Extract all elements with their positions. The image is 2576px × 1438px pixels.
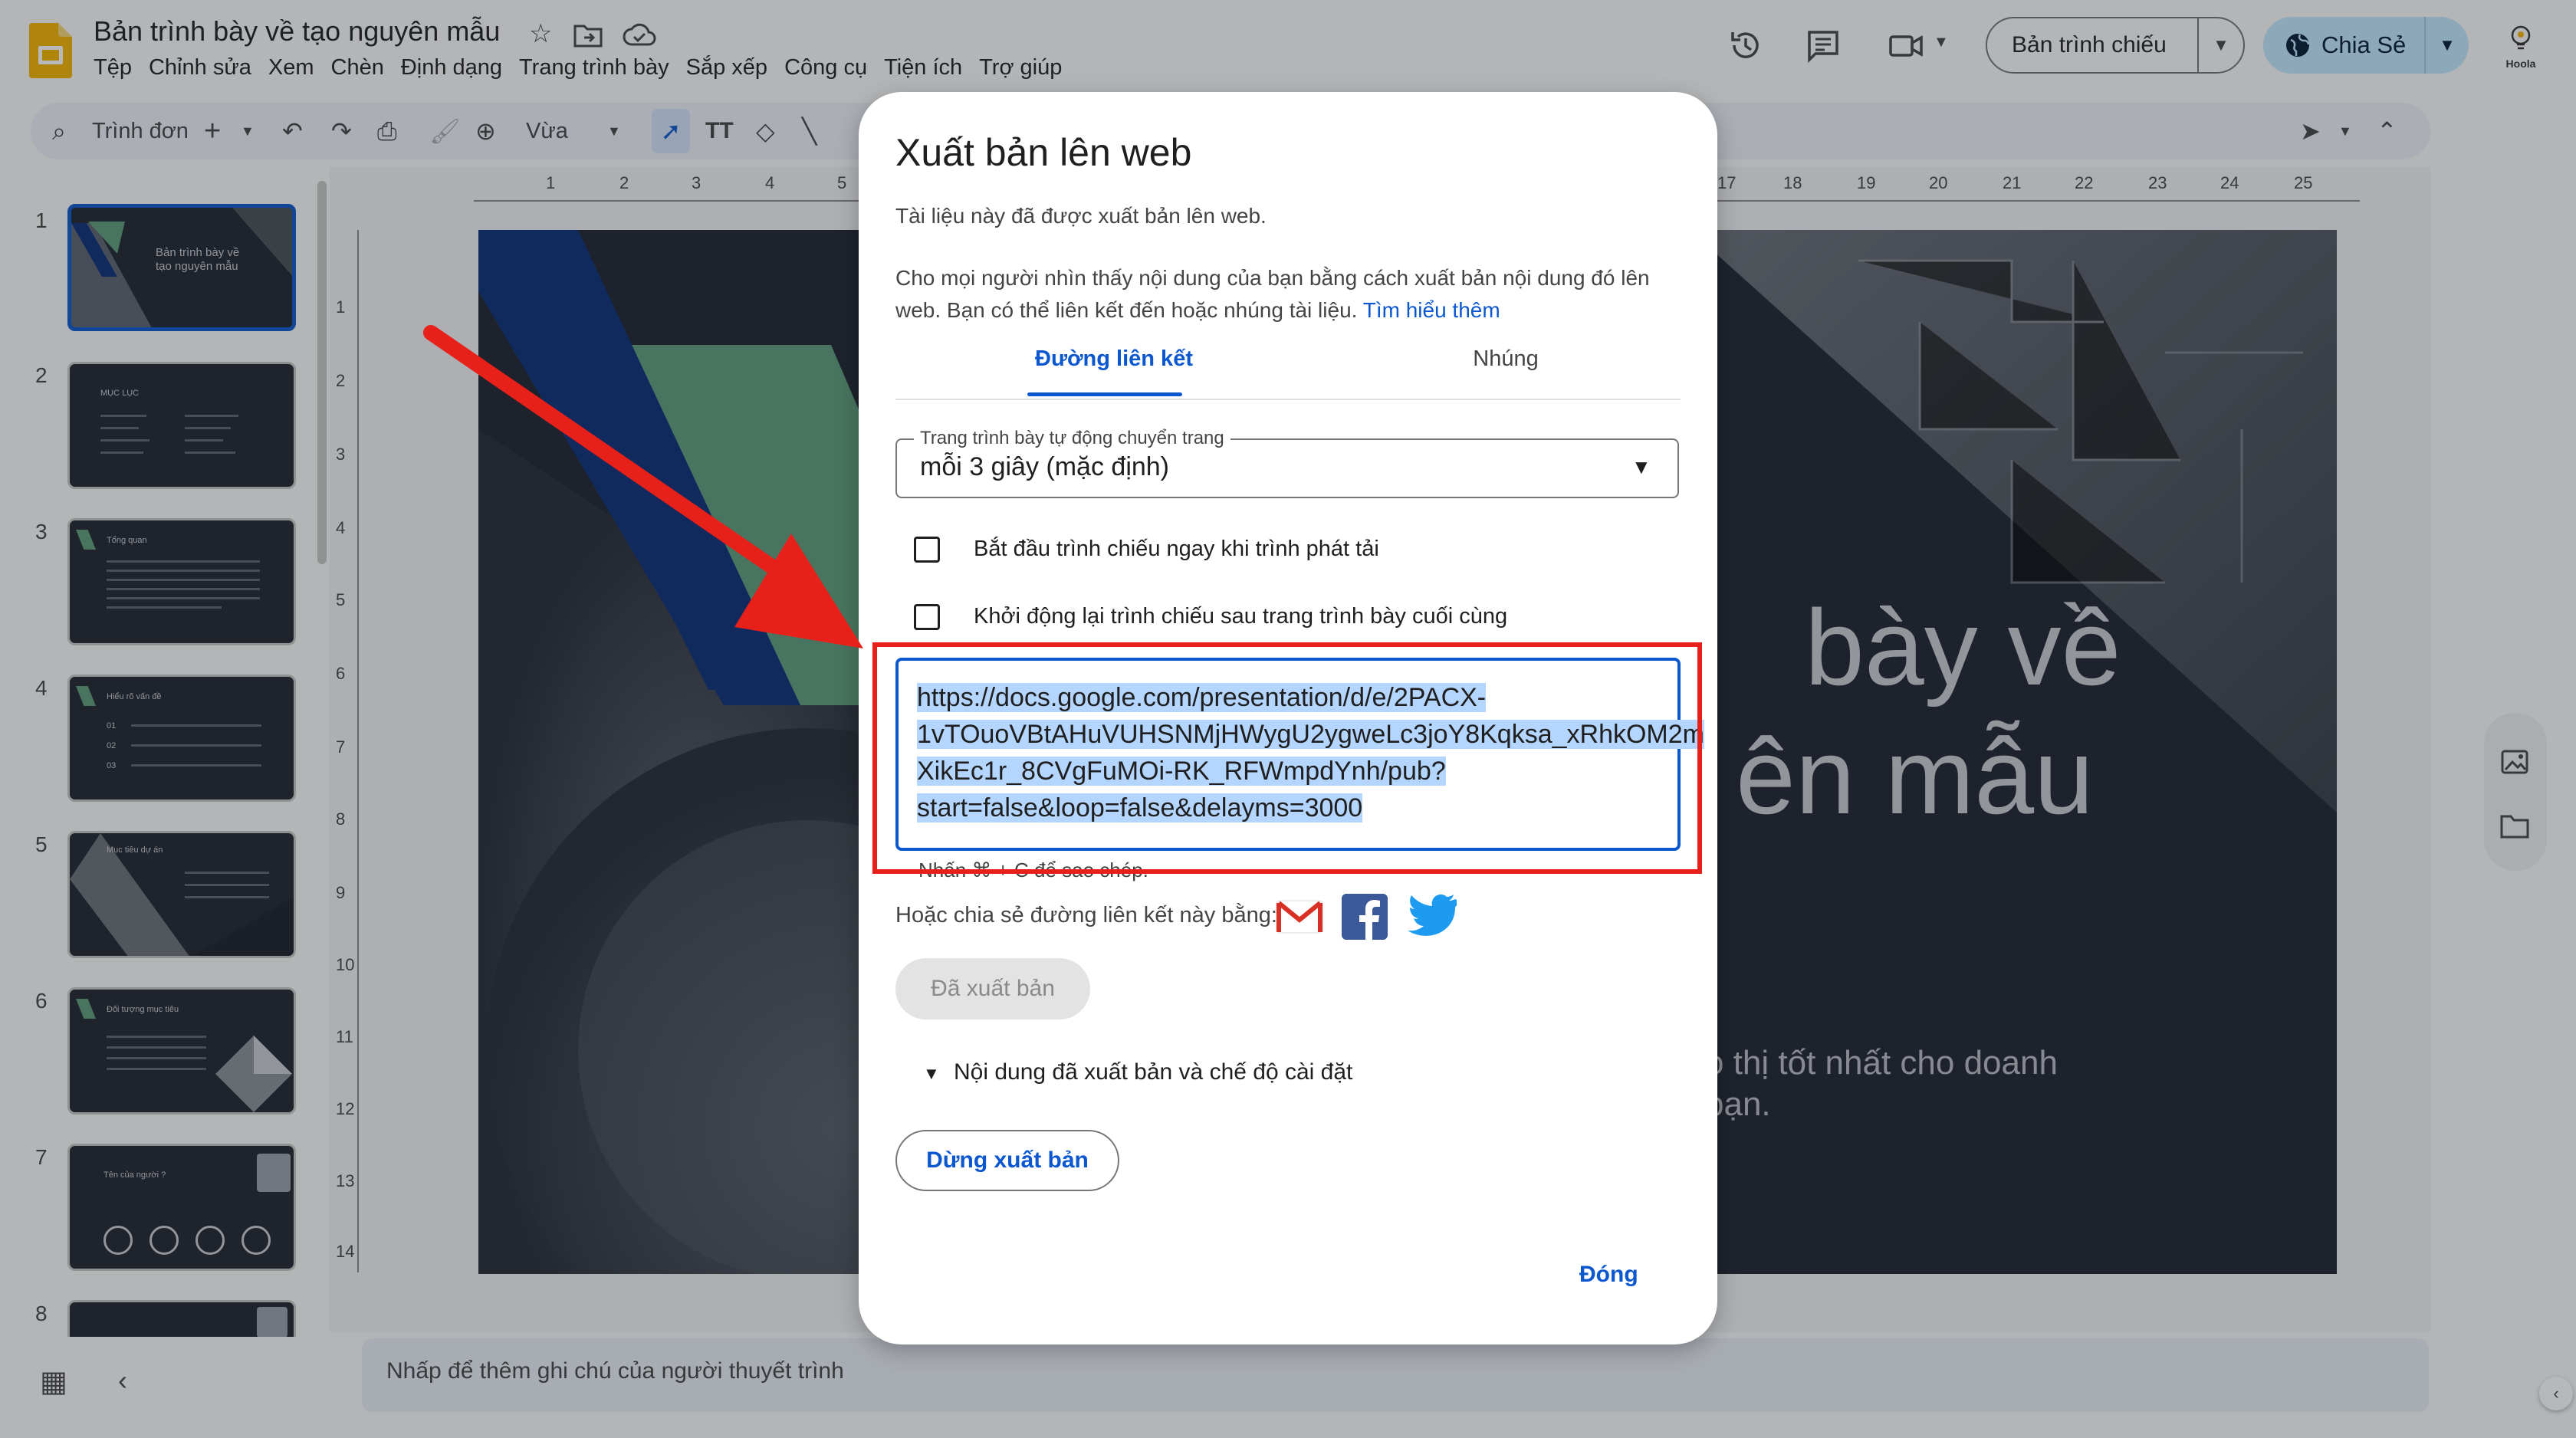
- dropdown-arrow-icon[interactable]: ▼: [1631, 455, 1651, 479]
- tab-embed[interactable]: Nhúng: [1398, 346, 1613, 372]
- restart-after-last-checkbox[interactable]: [914, 604, 940, 630]
- published-button: Đã xuất bản: [895, 958, 1090, 1019]
- auto-advance-value[interactable]: mỗi 3 giây (mặc định): [920, 452, 1169, 482]
- dialog-title: Xuất bản lên web: [895, 131, 1192, 174]
- start-on-load-checkbox[interactable]: [914, 537, 940, 563]
- published-settings-toggle[interactable]: Nội dung đã xuất bản và chế độ cài đặt: [954, 1059, 1352, 1085]
- stop-publishing-button[interactable]: Dừng xuất bản: [895, 1130, 1119, 1191]
- tabs-divider: [895, 399, 1681, 400]
- settings-expand-icon[interactable]: ▼: [923, 1064, 940, 1084]
- gmail-icon[interactable]: [1276, 898, 1323, 934]
- dialog-description: Cho mọi người nhìn thấy nội dung của bạn…: [895, 262, 1677, 327]
- tab-link[interactable]: Đường liên kết: [969, 346, 1259, 372]
- active-tab-indicator: [1027, 392, 1182, 396]
- restart-after-last-label[interactable]: Khởi động lại trình chiếu sau trang trìn…: [974, 604, 1507, 629]
- auto-advance-label: Trang trình bày tự động chuyển trang: [914, 428, 1230, 449]
- close-button[interactable]: Đóng: [1579, 1262, 1638, 1288]
- published-status: Tài liệu này đã được xuất bản lên web.: [895, 204, 1267, 228]
- annotation-highlight-box: [872, 642, 1702, 874]
- description-text: Cho mọi người nhìn thấy nội dung của bạn…: [895, 266, 1650, 322]
- twitter-icon[interactable]: [1406, 894, 1457, 938]
- facebook-icon[interactable]: [1342, 894, 1388, 940]
- learn-more-link[interactable]: Tìm hiểu thêm: [1363, 298, 1500, 322]
- share-via-label: Hoặc chia sẻ đường liên kết này bằng:: [895, 903, 1277, 927]
- annotation-arrow: [423, 325, 863, 648]
- start-on-load-label[interactable]: Bắt đầu trình chiếu ngay khi trình phát …: [974, 537, 1379, 562]
